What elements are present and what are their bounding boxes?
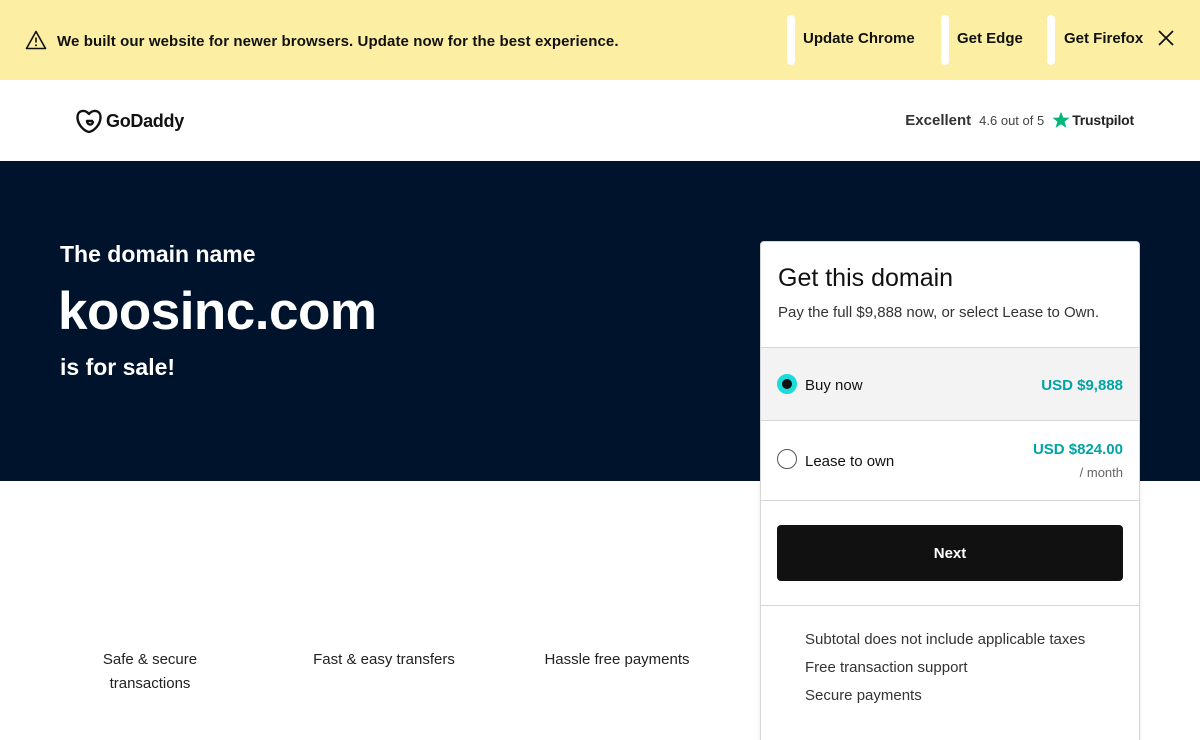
lease-to-own-radio[interactable] xyxy=(777,449,797,469)
next-button[interactable]: Next xyxy=(777,525,1123,581)
banner-divider xyxy=(941,15,949,65)
trustpilot-star-icon xyxy=(1052,111,1070,128)
option-label: Buy now xyxy=(805,377,863,394)
trustpilot-brand: Trustpilot xyxy=(1072,112,1134,128)
trustpilot-score: 4.6 out of 5 xyxy=(979,112,1045,128)
hero-post-title: is for sale! xyxy=(60,354,176,380)
option-lease-to-own[interactable]: Lease to own USD $824.00 / month xyxy=(761,420,1139,501)
card-subtitle: Pay the full $9,888 now, or select Lease… xyxy=(778,304,1100,321)
feature-hassle-free: Hassle free payments xyxy=(544,651,690,668)
card-title: Get this domain xyxy=(778,264,954,292)
warning-triangle-icon xyxy=(25,30,47,50)
option-price: USD $9,888 xyxy=(1041,377,1123,394)
option-label: Lease to own xyxy=(805,453,895,470)
logo-wordmark: GoDaddy xyxy=(106,110,184,131)
godaddy-logo[interactable]: GoDaddy xyxy=(75,107,184,135)
info-taxes: Subtotal does not include applicable tax… xyxy=(805,631,1086,648)
option-buy-now[interactable]: Buy now USD $9,888 xyxy=(761,347,1139,420)
domain-name: koosinc.com xyxy=(58,282,377,341)
banner-divider xyxy=(1047,15,1055,65)
get-firefox-link[interactable]: Get Firefox xyxy=(1064,30,1143,47)
trustpilot-rating-word: Excellent xyxy=(905,111,972,129)
update-chrome-link[interactable]: Update Chrome xyxy=(803,30,915,47)
banner-message: We built our website for newer browsers.… xyxy=(57,33,619,50)
card-divider xyxy=(761,605,1139,606)
trustpilot-rating[interactable]: Excellent 4.6 out of 5 Trustpilot xyxy=(905,108,1134,132)
feature-fast-transfers: Fast & easy transfers xyxy=(313,651,455,668)
buy-now-radio[interactable] xyxy=(777,374,797,394)
option-price-unit: / month xyxy=(1079,465,1123,480)
option-price: USD $824.00 xyxy=(1032,441,1123,458)
banner-divider xyxy=(787,15,795,65)
purchase-card: Get this domain Pay the full $9,888 now,… xyxy=(760,241,1140,740)
godaddy-logo-icon xyxy=(76,109,102,134)
info-secure-payments: Secure payments xyxy=(805,687,922,704)
feature-safe-secure: Safe & secure transactions xyxy=(102,651,198,692)
hero-pre-title: The domain name xyxy=(60,241,256,267)
get-edge-link[interactable]: Get Edge xyxy=(957,30,1023,47)
close-icon[interactable] xyxy=(1156,28,1176,48)
site-header: GoDaddy Excellent 4.6 out of 5 Trustpilo… xyxy=(0,80,1200,161)
browser-update-banner: We built our website for newer browsers.… xyxy=(0,0,1200,80)
info-support: Free transaction support xyxy=(805,659,968,676)
